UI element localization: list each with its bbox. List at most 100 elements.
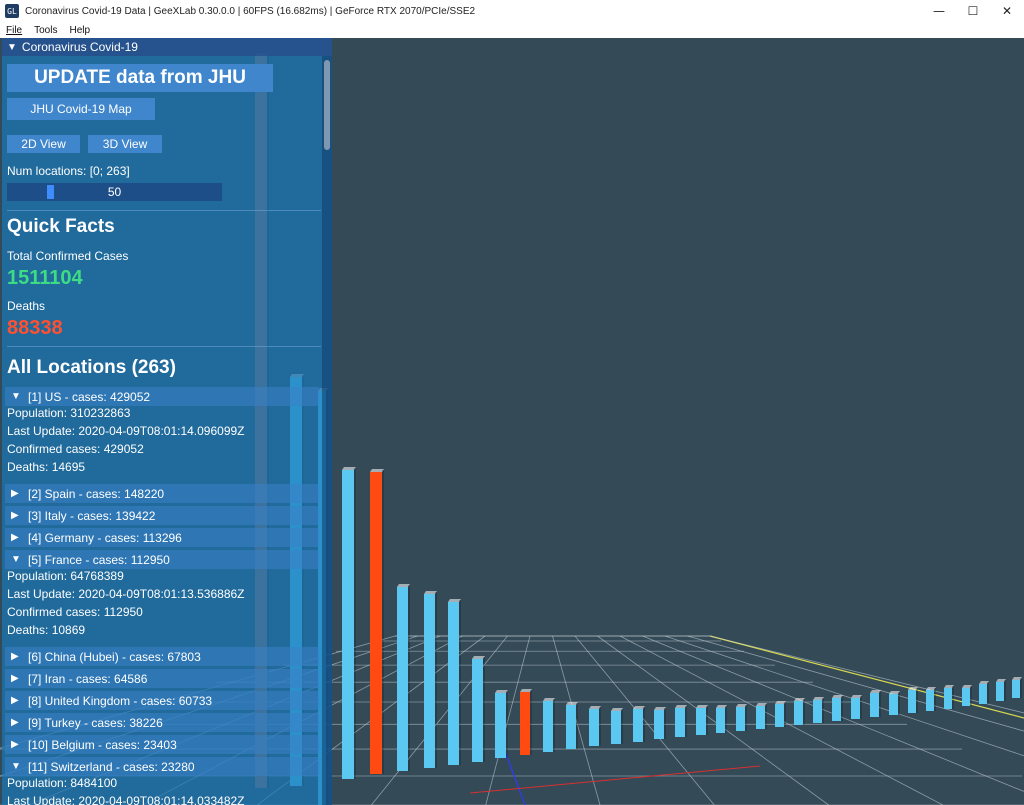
all-locations-heading: All Locations (263)	[7, 357, 176, 378]
case-bar	[870, 693, 879, 717]
location-row[interactable]: ▼ [5] France - cases: 112950	[5, 550, 319, 569]
location-detail: Population: 8484100	[7, 776, 118, 790]
menubar: File Tools Help	[0, 22, 1024, 38]
case-bar	[794, 701, 803, 725]
location-detail: Last Update: 2020-04-09T08:01:14.096099Z	[7, 424, 245, 438]
case-bar-side	[1004, 680, 1006, 701]
menu-tools[interactable]: Tools	[28, 25, 63, 36]
num-locations-label: Num locations: [0; 263]	[7, 164, 130, 178]
collapsed-arrow-icon[interactable]: ▶	[11, 651, 23, 662]
case-bar	[736, 707, 745, 731]
close-button[interactable]: ✕	[990, 0, 1024, 22]
location-detail: Population: 64768389	[7, 569, 124, 583]
case-bar	[944, 688, 952, 709]
collapsed-arrow-icon[interactable]: ▶	[11, 532, 23, 543]
expanded-arrow-icon[interactable]: ▼	[11, 554, 23, 565]
case-bar	[908, 690, 916, 713]
case-bars	[255, 53, 1022, 805]
case-bar-side	[382, 470, 384, 774]
collapsed-arrow-icon[interactable]: ▶	[11, 488, 23, 499]
case-bar-side	[483, 657, 485, 762]
location-row[interactable]: ▶ [9] Turkey - cases: 38226	[5, 713, 319, 732]
collapsed-arrow-icon[interactable]: ▶	[11, 673, 23, 684]
case-bar-side	[987, 682, 989, 704]
case-bar-side	[530, 690, 532, 755]
case-bar	[979, 684, 987, 704]
location-detail: Deaths: 14695	[7, 460, 86, 474]
case-bar	[926, 690, 934, 711]
scrollbar-thumb[interactable]	[324, 60, 330, 150]
location-row[interactable]: ▶ [2] Spain - cases: 148220	[5, 484, 319, 503]
case-bar	[996, 682, 1004, 701]
case-bar	[696, 708, 706, 735]
case-bar	[716, 708, 725, 733]
location-row[interactable]: ▶ [7] Iran - cases: 64586	[5, 669, 319, 688]
3d-view-button[interactable]: 3D View	[88, 135, 162, 153]
location-detail: Last Update: 2020-04-09T08:01:13.536886Z	[7, 587, 245, 601]
panel-scrollbar[interactable]	[322, 56, 332, 805]
location-row[interactable]: ▶ [8] United Kingdom - cases: 60733	[5, 691, 319, 710]
case-bar	[397, 587, 408, 771]
location-detail: Population: 310232863	[7, 406, 131, 420]
collapsed-arrow-icon[interactable]: ▶	[11, 717, 23, 728]
case-bar-cap	[342, 467, 356, 470]
panel-header[interactable]: ▼ Coronavirus Covid-19	[2, 38, 332, 56]
grid-line	[597, 635, 829, 805]
case-bar-side	[860, 696, 862, 719]
case-bar-side	[879, 691, 881, 717]
menu-file[interactable]: File	[0, 25, 28, 36]
2d-view-button[interactable]: 2D View	[7, 135, 80, 153]
case-bar-side	[459, 600, 461, 765]
case-bar	[611, 711, 621, 744]
collapsed-arrow-icon[interactable]: ▶	[11, 739, 23, 750]
collapse-arrow-icon[interactable]: ▼	[7, 42, 17, 53]
case-bar	[832, 698, 841, 721]
case-bar-side	[934, 688, 936, 711]
case-bar	[675, 708, 685, 737]
location-label: [6] China (Hubei) - cases: 67803	[28, 649, 201, 664]
case-bar-side	[553, 699, 555, 752]
update-data-button[interactable]: UPDATE data from JHU	[7, 64, 273, 92]
location-label: [5] France - cases: 112950	[28, 552, 170, 567]
case-bar-side	[916, 688, 918, 713]
location-row[interactable]: ▶ [3] Italy - cases: 139422	[5, 506, 319, 525]
expanded-arrow-icon[interactable]: ▼	[11, 391, 23, 402]
collapsed-arrow-icon[interactable]: ▶	[11, 695, 23, 706]
menu-help[interactable]: Help	[63, 25, 96, 36]
case-bar-side	[576, 703, 578, 749]
window-titlebar: GL Coronavirus Covid-19 Data | GeeXLab 0…	[0, 0, 1024, 22]
location-row[interactable]: ▼ [1] US - cases: 429052	[5, 387, 319, 406]
num-locations-slider[interactable]: 50	[7, 183, 222, 201]
maximize-button[interactable]: ☐	[956, 0, 990, 22]
location-detail: Deaths: 10869	[7, 623, 86, 637]
case-bar-side	[408, 585, 410, 771]
case-bar	[775, 704, 784, 727]
case-bar-side	[745, 705, 747, 731]
case-bar-side	[725, 706, 727, 733]
case-bar	[756, 706, 765, 729]
jhu-map-button[interactable]: JHU Covid-19 Map	[7, 98, 155, 120]
case-bar	[589, 709, 599, 746]
location-label: [9] Turkey - cases: 38226	[28, 715, 163, 730]
case-bar-side	[822, 698, 824, 723]
window-controls: — ☐ ✕	[922, 0, 1024, 22]
total-confirmed-label: Total Confirmed Cases	[7, 249, 129, 263]
location-row[interactable]: ▼ [11] Switzerland - cases: 23280	[5, 757, 319, 776]
location-label: [1] US - cases: 429052	[28, 389, 151, 404]
location-row[interactable]: ▶ [4] Germany - cases: 113296	[5, 528, 319, 547]
expanded-arrow-icon[interactable]: ▼	[11, 761, 23, 772]
minimize-button[interactable]: —	[922, 0, 956, 22]
location-label: [4] Germany - cases: 113296	[28, 530, 182, 545]
window-title: Coronavirus Covid-19 Data | GeeXLab 0.30…	[25, 5, 476, 17]
app-icon: GL	[5, 4, 19, 18]
location-row[interactable]: ▶ [10] Belgium - cases: 23403	[5, 735, 319, 754]
slider-value: 50	[107, 185, 122, 199]
case-bar-side	[898, 692, 900, 715]
case-bar-side	[841, 696, 843, 721]
case-bar-side	[599, 707, 601, 746]
location-row[interactable]: ▶ [6] China (Hubei) - cases: 67803	[5, 647, 319, 666]
case-bar-side	[784, 702, 786, 727]
case-bar	[633, 709, 643, 742]
collapsed-arrow-icon[interactable]: ▶	[11, 510, 23, 521]
case-bar	[654, 710, 664, 739]
